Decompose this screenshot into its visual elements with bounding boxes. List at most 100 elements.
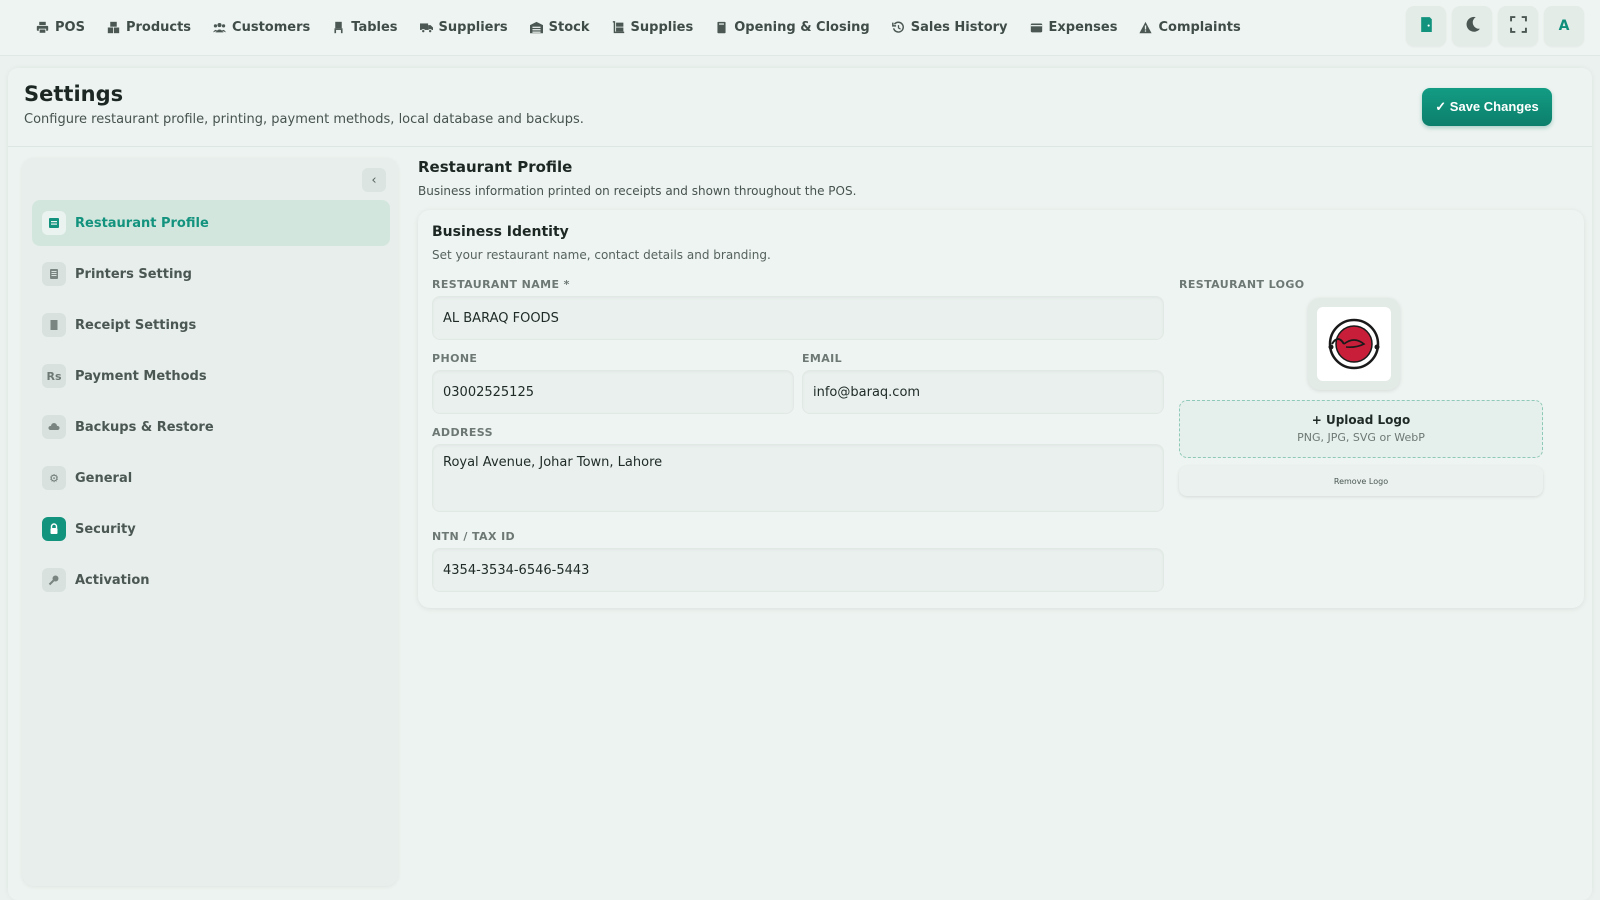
nav-opening-closing-label: Opening & Closing xyxy=(734,20,870,35)
sidebar-item-receipt-settings[interactable]: Receipt Settings xyxy=(32,302,390,348)
sidebar-item-printers-setting[interactable]: Printers Setting xyxy=(32,251,390,297)
nav-toolbar: A xyxy=(1400,6,1584,46)
nav-customers[interactable]: Customers xyxy=(213,20,310,35)
address-input[interactable]: Royal Avenue, Johar Town, Lahore xyxy=(432,444,1164,512)
receipt-icon xyxy=(42,313,66,337)
nav-supplies[interactable]: Supplies xyxy=(612,20,694,35)
card-title: Business Identity xyxy=(432,224,569,240)
nav-pos[interactable]: POS xyxy=(36,20,85,35)
key-icon xyxy=(42,568,66,592)
expand-icon xyxy=(1509,15,1527,37)
sidebar-item-activation[interactable]: Activation xyxy=(32,557,390,603)
nav-stock-label: Stock xyxy=(548,20,590,35)
logo-image xyxy=(1317,307,1391,381)
nav-suppliers-label: Suppliers xyxy=(438,20,508,35)
nav-expenses[interactable]: Expenses xyxy=(1030,20,1118,35)
moon-icon xyxy=(1464,16,1481,37)
sidebar-list: Restaurant Profile Printers Setting Rece… xyxy=(32,200,390,608)
rupee-icon: Rs xyxy=(42,364,66,388)
sidebar-item-payment-methods[interactable]: Rs Payment Methods xyxy=(32,353,390,399)
page-title: Settings xyxy=(24,82,124,106)
cloud-icon xyxy=(42,415,66,439)
upload-logo-title: + Upload Logo xyxy=(1311,413,1411,427)
sidebar-item-label: Backups & Restore xyxy=(75,419,214,435)
nav-customers-label: Customers xyxy=(232,20,311,35)
sidebar-item-label: General xyxy=(75,470,133,486)
sidebar-collapse-button[interactable]: ‹ xyxy=(362,168,386,192)
nav-products-label: Products xyxy=(125,20,192,35)
sidebar-item-label: Receipt Settings xyxy=(75,317,197,333)
sidebar-item-label: Payment Methods xyxy=(75,368,207,384)
top-nav: POS Products Customers Tables Suppliers … xyxy=(0,0,1600,56)
header-divider xyxy=(8,146,1592,147)
sidebar-item-label: Restaurant Profile xyxy=(75,215,209,231)
nav-supplies-label: Supplies xyxy=(630,20,694,35)
nav-tables-label: Tables xyxy=(351,20,398,35)
upload-logo-button[interactable]: + Upload Logo PNG, JPG, SVG or WebP xyxy=(1179,400,1543,458)
nav-sales-history-label: Sales History xyxy=(910,20,1008,35)
card-subtitle: Set your restaurant name, contact detail… xyxy=(432,248,771,262)
users-icon xyxy=(213,21,227,34)
save-changes-button[interactable]: ✓ Save Changes xyxy=(1422,88,1552,126)
lock-icon xyxy=(42,517,66,541)
remove-logo-button[interactable]: Remove Logo xyxy=(1179,466,1543,496)
sidebar-item-label: Printers Setting xyxy=(75,266,192,282)
nav-sales-history[interactable]: Sales History xyxy=(891,20,1008,35)
sidebar-item-general[interactable]: ⚙ General xyxy=(32,455,390,501)
restaurant-name-label: RESTAURANT NAME * xyxy=(432,278,570,291)
nav-tables[interactable]: Tables xyxy=(332,20,398,35)
nav-suppliers[interactable]: Suppliers xyxy=(419,20,508,35)
nav-complaints[interactable]: Complaints xyxy=(1139,20,1241,35)
business-identity-card: Business Identity Set your restaurant na… xyxy=(418,210,1584,608)
chair-icon xyxy=(332,21,345,34)
settings-sidebar: ‹ Restaurant Profile Printers Setting Re… xyxy=(22,158,398,886)
settings-panel: Settings Configure restaurant profile, p… xyxy=(8,68,1592,900)
gear-icon: ⚙ xyxy=(42,466,66,490)
dolly-icon xyxy=(612,21,625,34)
nav-complaints-label: Complaints xyxy=(1158,20,1241,35)
phone-input[interactable] xyxy=(432,370,794,414)
sidebar-item-restaurant-profile[interactable]: Restaurant Profile xyxy=(32,200,390,246)
email-label: EMAIL xyxy=(802,352,843,365)
printer-icon xyxy=(36,21,49,34)
book-icon xyxy=(715,21,728,34)
sidebar-item-backups-restore[interactable]: Backups & Restore xyxy=(32,404,390,450)
sidebar-item-security[interactable]: Security xyxy=(32,506,390,552)
nav-opening-closing[interactable]: Opening & Closing xyxy=(715,20,870,35)
restaurant-name-input[interactable] xyxy=(432,296,1164,340)
logo-preview xyxy=(1308,298,1400,390)
nav-expenses-label: Expenses xyxy=(1048,20,1118,35)
user-avatar[interactable]: A xyxy=(1544,6,1584,46)
history-icon xyxy=(891,21,905,34)
section-subtitle: Business information printed on receipts… xyxy=(418,184,857,198)
sidebar-item-label: Security xyxy=(75,521,136,537)
restaurant-profile-section: Restaurant Profile Business information … xyxy=(418,158,1584,608)
boxes-icon xyxy=(107,21,120,34)
warning-icon xyxy=(1139,21,1153,34)
phone-label: PHONE xyxy=(432,352,478,365)
avatar-initial: A xyxy=(1558,18,1570,34)
page-subtitle: Configure restaurant profile, printing, … xyxy=(24,112,584,127)
section-title: Restaurant Profile xyxy=(418,158,573,176)
restaurant-logo-label: RESTAURANT LOGO xyxy=(1179,278,1305,291)
sidebar-item-label: Activation xyxy=(75,572,150,588)
printer-icon xyxy=(42,262,66,286)
wallet-icon xyxy=(1030,21,1043,34)
upload-logo-formats: PNG, JPG, SVG or WebP xyxy=(1297,431,1425,444)
nav-stock[interactable]: Stock xyxy=(529,20,590,35)
profile-icon xyxy=(42,211,66,235)
nav-pos-label: POS xyxy=(55,20,85,35)
dark-mode-toggle[interactable] xyxy=(1452,6,1492,46)
ntn-input[interactable] xyxy=(432,548,1164,592)
page-header: Settings Configure restaurant profile, p… xyxy=(24,82,584,127)
exit-button[interactable] xyxy=(1406,6,1446,46)
warehouse-icon xyxy=(529,21,543,34)
door-icon xyxy=(1418,16,1435,37)
address-label: ADDRESS xyxy=(432,426,493,439)
nav-products[interactable]: Products xyxy=(107,20,191,35)
fullscreen-button[interactable] xyxy=(1498,6,1538,46)
email-input[interactable] xyxy=(802,370,1164,414)
ntn-label: NTN / TAX ID xyxy=(432,530,516,543)
truck-icon xyxy=(419,21,433,34)
nav-menu: POS Products Customers Tables Suppliers … xyxy=(0,20,1263,35)
